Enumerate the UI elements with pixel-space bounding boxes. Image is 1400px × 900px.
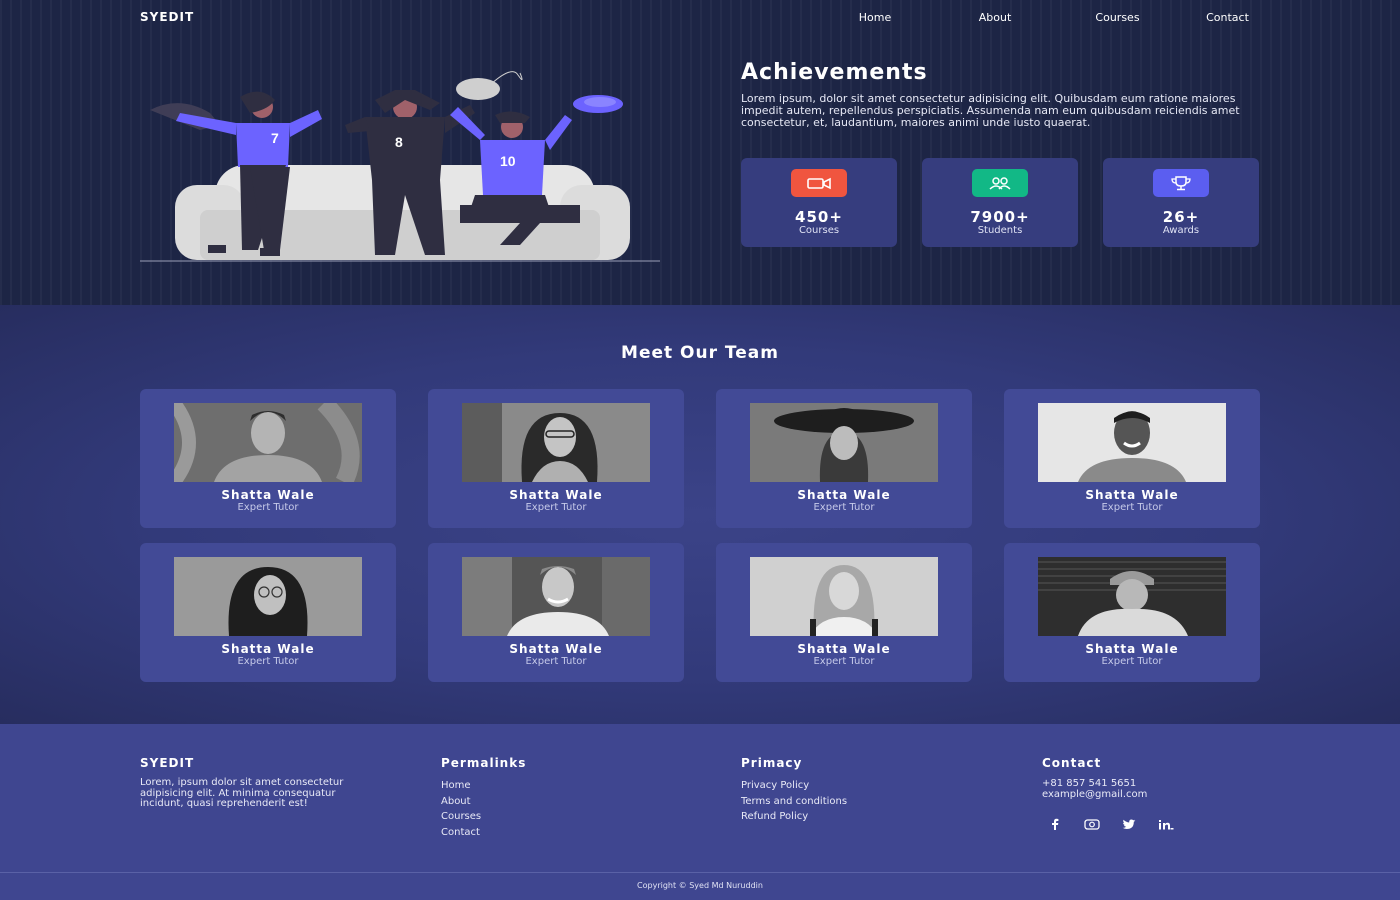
footer-link-contact[interactable]: Contact <box>441 825 671 841</box>
facebook-icon[interactable] <box>1047 817 1063 831</box>
trophy-icon <box>1153 169 1209 197</box>
jersey-number: 8 <box>395 134 403 150</box>
footer-privacy: Primacy Privacy Policy Terms and conditi… <box>741 756 971 825</box>
footer-link-privacy-policy[interactable]: Privacy Policy <box>741 778 971 794</box>
video-camera-icon <box>791 169 847 197</box>
member-name: Shatta Wale <box>509 642 603 656</box>
member-role: Expert Tutor <box>1101 656 1163 667</box>
member-name: Shatta Wale <box>509 488 603 502</box>
team-title: Meet Our Team <box>621 343 779 363</box>
stat-label: Awards <box>1162 225 1200 236</box>
hero-section: SYEDIT Home About Courses Contact 7 8 10… <box>0 0 1400 305</box>
nav-courses-link[interactable]: Courses <box>1080 11 1155 24</box>
team-card[interactable]: Shatta Wale Expert Tutor <box>1004 389 1260 528</box>
nav-home-link[interactable]: Home <box>840 11 910 24</box>
footer-link-about[interactable]: About <box>441 794 671 810</box>
social-links <box>1047 817 1272 831</box>
member-name: Shatta Wale <box>1085 488 1179 502</box>
balloon <box>456 78 500 100</box>
member-photo <box>462 557 650 636</box>
member-photo <box>462 403 650 482</box>
navbar: SYEDIT Home About Courses Contact <box>140 10 1260 26</box>
footer-permalinks-title: Permalinks <box>441 756 527 770</box>
member-role: Expert Tutor <box>237 656 299 667</box>
stat-value: 450+ <box>795 208 843 226</box>
logo[interactable]: SYEDIT <box>140 10 194 24</box>
footer-link-home[interactable]: Home <box>441 778 671 794</box>
contact-email[interactable]: example@gmail.com <box>1042 789 1272 800</box>
nav-contact-link[interactable]: Contact <box>1195 11 1260 24</box>
member-photo <box>750 403 938 482</box>
member-name: Shatta Wale <box>797 642 891 656</box>
linkedin-icon[interactable] <box>1158 817 1174 831</box>
team-card[interactable]: Shatta Wale Expert Tutor <box>716 543 972 682</box>
member-role: Expert Tutor <box>813 502 875 513</box>
team-card[interactable]: Shatta Wale Expert Tutor <box>428 543 684 682</box>
stat-value: 26+ <box>1162 208 1200 226</box>
team-card[interactable]: Shatta Wale Expert Tutor <box>140 389 396 528</box>
footer-brand: SYEDIT Lorem, ipsum dolor sit amet conse… <box>140 756 360 810</box>
copyright: Copyright © Syed Md Nuruddin <box>637 881 763 890</box>
stat-card-courses: 450+ Courses <box>741 158 897 247</box>
member-photo <box>1038 403 1226 482</box>
footer-link-terms[interactable]: Terms and conditions <box>741 794 971 810</box>
member-name: Shatta Wale <box>1085 642 1179 656</box>
member-role: Expert Tutor <box>813 656 875 667</box>
footer-contact: Contact +81 857 541 5651 example@gmail.c… <box>1042 756 1272 831</box>
footer-divider <box>0 872 1400 873</box>
member-photo <box>174 557 362 636</box>
team-card[interactable]: Shatta Wale Expert Tutor <box>1004 543 1260 682</box>
stat-value: 7900+ <box>970 208 1030 226</box>
team-card[interactable]: Shatta Wale Expert Tutor <box>428 389 684 528</box>
stat-card-awards: 26+ Awards <box>1103 158 1259 247</box>
member-role: Expert Tutor <box>1101 502 1163 513</box>
footer: SYEDIT Lorem, ipsum dolor sit amet conse… <box>0 724 1400 900</box>
stat-label: Courses <box>798 225 840 236</box>
twitter-icon[interactable] <box>1121 817 1137 831</box>
team-card[interactable]: Shatta Wale Expert Tutor <box>140 543 396 682</box>
nav-links: Home About Courses Contact <box>840 11 1260 24</box>
team-section: Meet Our Team Shatta Wale Expert Tutor S… <box>0 305 1400 724</box>
footer-contact-title: Contact <box>1042 756 1102 770</box>
stats-row: 450+ Courses 7900+ Students 26+ Awards <box>741 158 1259 247</box>
member-photo <box>174 403 362 482</box>
jersey-number: 7 <box>271 130 279 146</box>
member-name: Shatta Wale <box>221 488 315 502</box>
achievements-block: Achievements Lorem ipsum, dolor sit amet… <box>741 60 1261 129</box>
member-name: Shatta Wale <box>797 488 891 502</box>
member-name: Shatta Wale <box>221 642 315 656</box>
member-role: Expert Tutor <box>525 502 587 513</box>
footer-link-courses[interactable]: Courses <box>441 809 671 825</box>
achievements-text: Lorem ipsum, dolor sit amet consectetur … <box>741 92 1240 129</box>
footer-permalinks: Permalinks Home About Courses Contact <box>441 756 671 840</box>
users-icon <box>972 169 1028 197</box>
member-role: Expert Tutor <box>237 502 299 513</box>
instagram-icon[interactable] <box>1084 817 1100 831</box>
member-photo <box>1038 557 1226 636</box>
achievements-title: Achievements <box>741 60 928 85</box>
member-role: Expert Tutor <box>525 656 587 667</box>
footer-brand-title: SYEDIT <box>140 756 195 770</box>
stat-card-students: 7900+ Students <box>922 158 1078 247</box>
stat-label: Students <box>977 225 1023 236</box>
team-card[interactable]: Shatta Wale Expert Tutor <box>716 389 972 528</box>
nav-about-link[interactable]: About <box>950 11 1040 24</box>
contact-phone: +81 857 541 5651 <box>1042 778 1137 789</box>
footer-brand-text: Lorem, ipsum dolor sit amet consectetur … <box>140 777 344 809</box>
footer-privacy-title: Primacy <box>741 756 803 770</box>
member-photo <box>750 557 938 636</box>
celebration-illustration: 7 8 10 <box>140 71 660 262</box>
footer-link-refund[interactable]: Refund Policy <box>741 809 971 825</box>
jersey-number: 10 <box>500 153 516 169</box>
